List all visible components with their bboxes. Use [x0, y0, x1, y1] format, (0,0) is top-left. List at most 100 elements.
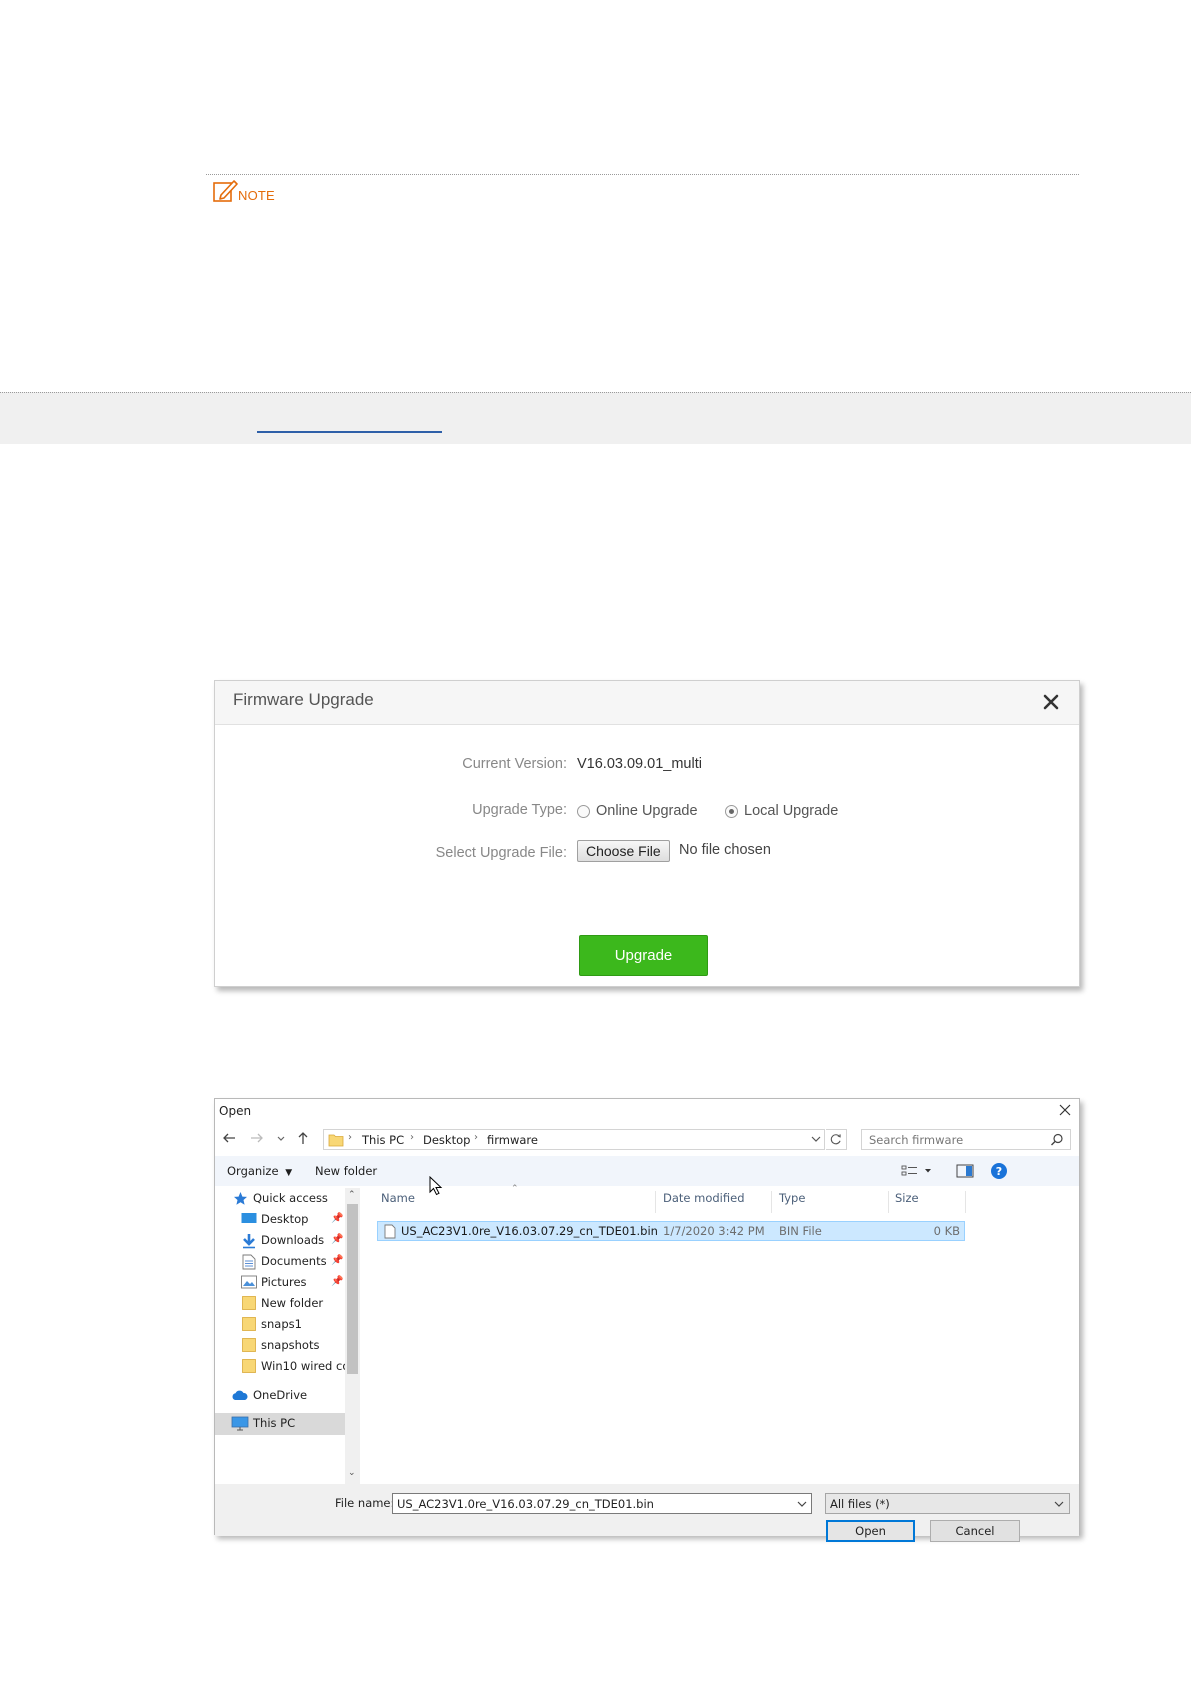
local-upgrade-radio[interactable]: Local Upgrade: [725, 803, 838, 819]
pin-icon: 📌: [331, 1234, 344, 1245]
recent-locations-chevron-icon[interactable]: [273, 1130, 289, 1146]
breadcrumb-separator-icon: ›: [474, 1132, 478, 1143]
file-name-cell: US_AC23V1.0re_V16.03.07.29_cn_TDE01.bin: [401, 1224, 658, 1238]
file-row-selected[interactable]: US_AC23V1.0re_V16.03.07.29_cn_TDE01.bin …: [377, 1221, 965, 1241]
scroll-up-icon[interactable]: ⌃: [348, 1190, 356, 1200]
svg-text:?: ?: [996, 1165, 1002, 1178]
sidebar-item-label: New folder: [261, 1296, 324, 1310]
refresh-icon[interactable]: [826, 1129, 847, 1150]
column-header-type[interactable]: Type: [779, 1191, 805, 1215]
radio-checked-icon: [725, 804, 738, 818]
choose-file-button[interactable]: Choose File: [577, 840, 670, 862]
sidebar-item-quick-access[interactable]: Quick access: [215, 1188, 345, 1210]
caret-down-icon: ▼: [285, 1168, 293, 1178]
scroll-down-icon[interactable]: ⌄: [348, 1468, 356, 1478]
sidebar-item-label: Pictures: [261, 1275, 307, 1289]
no-file-text: No file chosen: [679, 842, 771, 858]
note-top-divider: [206, 174, 1079, 175]
chevron-down-icon[interactable]: [797, 1500, 807, 1508]
sidebar-item-label: This PC: [253, 1416, 296, 1430]
mouse-pointer-icon: [429, 1176, 443, 1196]
breadcrumb-firmware[interactable]: firmware: [487, 1133, 538, 1147]
close-icon[interactable]: [1057, 1102, 1073, 1118]
breadcrumb-desktop[interactable]: Desktop: [423, 1133, 470, 1147]
upgrade-type-row: Upgrade Type: Online Upgrade Local Upgra…: [215, 800, 1079, 822]
sidebar-scrollbar[interactable]: ⌃ ⌄: [345, 1188, 360, 1484]
file-type-select[interactable]: All files (*): [825, 1493, 1070, 1514]
folder-icon: [328, 1134, 344, 1147]
forward-arrow-icon[interactable]: [249, 1130, 265, 1146]
local-upgrade-label: Local Upgrade: [744, 803, 839, 819]
sidebar-item-onedrive[interactable]: OneDrive: [215, 1385, 345, 1407]
cancel-button[interactable]: Cancel: [930, 1520, 1020, 1542]
address-bar[interactable]: › This PC › Desktop › firmware: [323, 1129, 825, 1150]
firmware-upgrade-dialog: Firmware Upgrade Current Version: V16.03…: [214, 680, 1080, 987]
sidebar-item-desktop[interactable]: Desktop 📌: [215, 1209, 345, 1231]
folder-icon: [242, 1296, 256, 1310]
open-button[interactable]: Open: [826, 1520, 915, 1542]
note-pencil-icon: [213, 180, 238, 202]
hyperlink-underline[interactable]: [257, 431, 442, 433]
column-divider[interactable]: [655, 1191, 656, 1213]
breadcrumb-this-pc[interactable]: This PC: [362, 1133, 404, 1147]
column-divider[interactable]: [965, 1191, 966, 1213]
column-divider[interactable]: [771, 1191, 772, 1213]
sidebar-item-new-folder[interactable]: New folder: [215, 1293, 345, 1315]
download-icon: [243, 1234, 255, 1249]
online-upgrade-radio[interactable]: Online Upgrade: [577, 803, 698, 819]
sidebar-item-label: snaps1: [261, 1317, 302, 1331]
column-divider[interactable]: [888, 1191, 889, 1213]
file-type-value: All files (*): [830, 1497, 890, 1511]
search-placeholder: Search firmware: [869, 1133, 964, 1147]
organize-label: Organize: [227, 1164, 279, 1178]
preview-pane-icon[interactable]: [956, 1163, 974, 1179]
note-header: NOTE: [212, 178, 275, 204]
close-icon[interactable]: [1039, 690, 1063, 714]
sidebar-item-documents[interactable]: Documents 📌: [215, 1251, 345, 1273]
dialog-title: Firmware Upgrade: [233, 690, 374, 709]
file-size-cell: 0 KB: [933, 1224, 960, 1238]
sidebar-item-snapshots[interactable]: snapshots: [215, 1335, 345, 1357]
note-bottom-divider: [0, 392, 1191, 444]
scrollbar-thumb[interactable]: [347, 1204, 358, 1374]
folder-icon: [242, 1338, 256, 1352]
help-icon[interactable]: ?: [990, 1162, 1008, 1180]
breadcrumb-separator-icon: ›: [348, 1132, 352, 1143]
sidebar-item-label: OneDrive: [253, 1388, 308, 1402]
column-header-date-modified[interactable]: Date modified: [663, 1191, 745, 1215]
file-type-cell: BIN File: [779, 1224, 822, 1238]
cloud-icon: [232, 1390, 248, 1400]
breadcrumb-separator-icon: ›: [410, 1132, 414, 1143]
radio-unchecked-icon: [577, 804, 590, 818]
online-upgrade-label: Online Upgrade: [596, 803, 698, 819]
sidebar-item-label: Win10 wired cor: [261, 1359, 345, 1373]
sidebar-item-win10-wired[interactable]: Win10 wired cor: [215, 1356, 345, 1378]
view-options-icon[interactable]: [901, 1163, 935, 1179]
search-icon: [1051, 1133, 1063, 1146]
back-arrow-icon[interactable]: [221, 1130, 237, 1146]
sidebar-item-this-pc[interactable]: This PC: [215, 1413, 345, 1435]
chevron-down-icon[interactable]: [811, 1135, 821, 1143]
document-icon: [242, 1254, 256, 1270]
dialog-footer: File name: US_AC23V1.0re_V16.03.07.29_cn…: [215, 1484, 1079, 1542]
sidebar-item-pictures[interactable]: Pictures 📌: [215, 1272, 345, 1294]
column-header-size[interactable]: Size: [895, 1191, 919, 1215]
sidebar-item-label: Documents: [261, 1254, 327, 1268]
sidebar-item-downloads[interactable]: Downloads 📌: [215, 1230, 345, 1252]
file-name-input[interactable]: US_AC23V1.0re_V16.03.07.29_cn_TDE01.bin: [392, 1493, 812, 1514]
file-date-cell: 1/7/2020 3:42 PM: [663, 1224, 765, 1238]
folder-icon: [242, 1359, 256, 1373]
column-header-name[interactable]: Name: [381, 1191, 415, 1215]
dialog-title: Open: [219, 1104, 252, 1118]
select-file-label: Select Upgrade File:: [435, 845, 567, 861]
upgrade-button[interactable]: Upgrade: [579, 935, 708, 976]
up-arrow-icon[interactable]: [295, 1130, 311, 1146]
select-file-row: Select Upgrade File: Choose File No file…: [215, 840, 1079, 862]
star-icon: [234, 1192, 247, 1205]
current-version-label: Current Version:: [462, 756, 567, 772]
new-folder-button[interactable]: New folder: [315, 1164, 377, 1178]
organize-menu[interactable]: Organize ▼: [227, 1164, 292, 1178]
sidebar-item-snaps1[interactable]: snaps1: [215, 1314, 345, 1336]
dialog-header: Firmware Upgrade: [215, 681, 1079, 725]
search-input[interactable]: Search firmware: [861, 1129, 1071, 1150]
